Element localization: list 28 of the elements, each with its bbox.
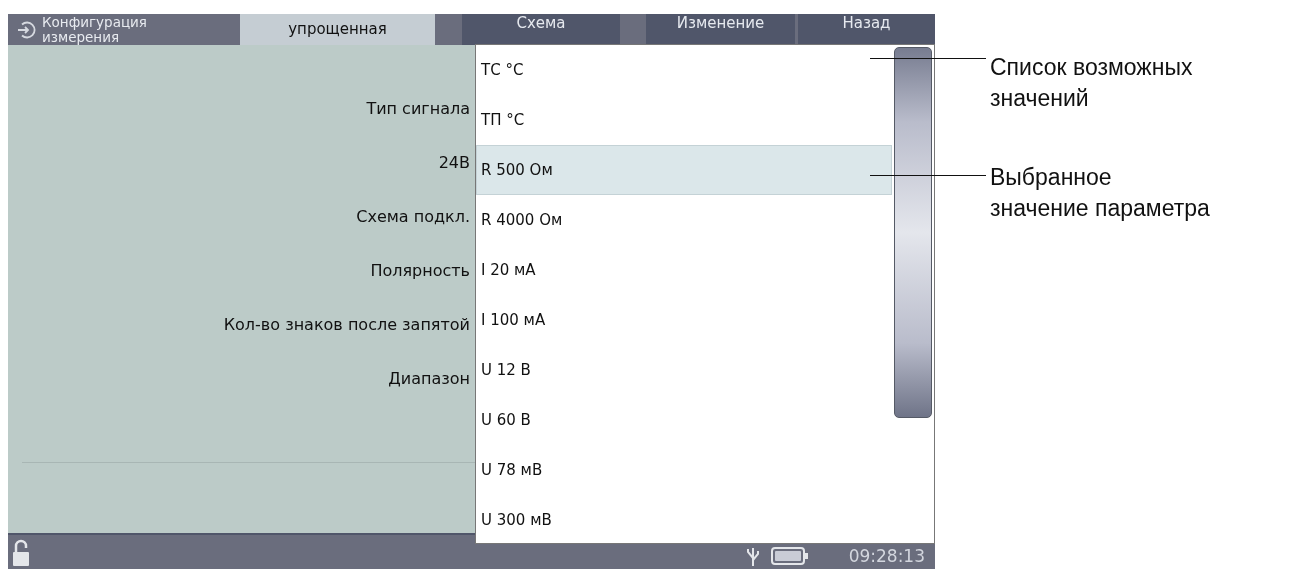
list-option[interactable]: I 20 мА: [476, 245, 892, 295]
clock-time: 09:28:13: [848, 547, 925, 566]
list-option[interactable]: U 12 В: [476, 345, 892, 395]
parameter-label: Кол-во знаков после запятой: [223, 314, 470, 336]
callout-text: Список возможных значений: [990, 53, 1193, 114]
parameter-label: Полярность: [370, 260, 470, 282]
parameter-label: 24В: [438, 152, 470, 174]
parameter-label: Схема подкл.: [356, 206, 470, 228]
list-option[interactable]: U 78 мВ: [476, 445, 892, 495]
window-title: Конфигурация измерения: [42, 15, 148, 44]
login-icon: [16, 19, 36, 40]
tab[interactable]: упрощенная: [240, 14, 435, 45]
callout-text: Выбранное значение параметра: [990, 163, 1210, 224]
parameter-label: Диапазон: [388, 368, 470, 390]
list-option[interactable]: ТП °С: [476, 95, 892, 145]
list-option[interactable]: I 100 мА: [476, 295, 892, 345]
scroll-thumb[interactable]: [894, 47, 932, 418]
tab-separator: [435, 14, 462, 45]
list-option[interactable]: R 4000 Ом: [476, 195, 892, 245]
list-option[interactable]: R 500 Ом: [476, 145, 892, 195]
usb-icon: [746, 546, 759, 566]
tab-separator: [620, 14, 646, 45]
list-option[interactable]: ТС °С: [476, 45, 892, 95]
lock-icon[interactable]: [12, 538, 30, 566]
list-option[interactable]: U 300 мВ: [476, 495, 892, 543]
list-option[interactable]: U 60 В: [476, 395, 892, 445]
battery-icon: [770, 546, 809, 566]
parameter-label: Тип сигнала: [366, 98, 470, 120]
